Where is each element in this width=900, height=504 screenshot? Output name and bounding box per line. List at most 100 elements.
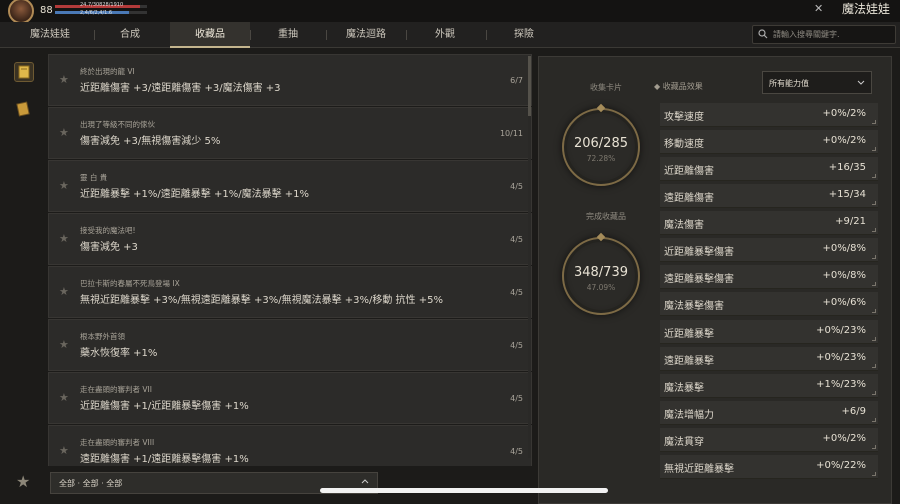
stat-label: 魔法暴擊傷害	[664, 301, 724, 312]
collection-name: 走在盡頭的審判者 VIII	[80, 438, 155, 447]
list-item[interactable]: ★ 出現了等級不同的傢伙 傷害減免 +3/無視傷害減少 5% 10/11	[48, 107, 532, 159]
list-item[interactable]: ★ 走在盡頭的審判者 VII 近距離傷害 +1/近距離暴擊傷害 +1% 4/5	[48, 372, 532, 424]
favorite-star-icon[interactable]: ★	[59, 73, 69, 86]
stat-label: 魔法貫穿	[664, 437, 704, 448]
list-item[interactable]: ★ 靈 白 貴 近距離暴擊 +1%/遠距離暴擊 +1%/魔法暴擊 +1% 4/5	[48, 160, 532, 212]
cards-progress-percent: 72.28%	[586, 154, 616, 163]
tab-appearance[interactable]: 外觀	[405, 22, 485, 48]
collection-effect: 近距離傷害 +3/遠距離傷害 +3/魔法傷害 +3	[80, 83, 281, 94]
stat-label: 近距離暴擊傷害	[664, 247, 734, 258]
stat-label: 遠距離暴擊	[664, 356, 714, 367]
corner-mark	[872, 201, 876, 205]
stat-label: 攻擊速度	[664, 112, 704, 123]
tab-magic-doll[interactable]: 魔法娃娃	[10, 22, 90, 48]
card-book-icon[interactable]	[14, 100, 34, 120]
list-item[interactable]: ★ 巴拉卡斯的春屬不死鳥登場 IX 無視近距離暴擊 +3%/無視遠距離暴擊 +3…	[48, 266, 532, 318]
list-item[interactable]: ★ 走在盡頭的審判者 VIII 遠距離傷害 +1/遠距離暴擊傷害 +1% 4/5	[48, 425, 532, 466]
corner-mark	[872, 255, 876, 259]
list-item[interactable]: ★ 接受我的魔法吧! 傷害減免 +3 4/5	[48, 213, 532, 265]
search-icon	[758, 29, 768, 39]
collection-name: 走在盡頭的審判者 VII	[80, 385, 152, 394]
tab-adventure[interactable]: 探險	[484, 22, 564, 48]
search-box[interactable]	[752, 25, 896, 44]
stat-row: 攻擊速度 +0%/2%	[660, 103, 878, 127]
collection-name: 終於出現的龍 VI	[80, 67, 135, 76]
corner-mark	[872, 472, 876, 476]
list-scrollbar-thumb[interactable]	[528, 56, 531, 116]
collection-effect: 傷害減免 +3	[80, 242, 138, 253]
collection-list: ★ 終於出現的龍 VI 近距離傷害 +3/遠距離傷害 +3/魔法傷害 +3 6/…	[48, 54, 532, 466]
list-item[interactable]: ★ 根本野外首領 藥水恢復率 +1% 4/5	[48, 319, 532, 371]
close-icon[interactable]: ✕	[814, 2, 823, 15]
favorite-star-icon[interactable]: ★	[59, 444, 69, 457]
stat-value: +0%/23%	[816, 352, 866, 363]
stat-row: 遠距離暴擊傷害 +0%/8%	[660, 265, 878, 289]
collection-count: 4/5	[510, 235, 523, 244]
favorite-star-icon[interactable]: ★	[59, 179, 69, 192]
stat-value: +0%/2%	[822, 433, 866, 444]
stat-row: 無視近距離暴擊 +0%/22%	[660, 455, 878, 479]
collection-count: 4/5	[510, 341, 523, 350]
stat-label: 近距離暴擊	[664, 329, 714, 340]
collection-count: 4/5	[510, 447, 523, 456]
collection-name: 靈 白 貴	[80, 173, 108, 182]
effects-header-label: 收藏品效果	[662, 82, 703, 91]
tab-bar: 魔法娃娃 合成 收藏品 重抽 魔法迴路 外觀 探險	[0, 22, 900, 48]
items-progress-ring: 348/739 47.09%	[562, 232, 640, 315]
filter-label: 全部 · 全部 · 全部	[59, 479, 123, 488]
list-scrollbar[interactable]	[528, 56, 531, 458]
tab-redraw[interactable]: 重抽	[248, 22, 328, 48]
stat-value: +1%/23%	[816, 379, 866, 390]
favorites-star-icon[interactable]: ★	[16, 472, 30, 491]
stat-row: 魔法貫穿 +0%/2%	[660, 428, 878, 452]
collection-effect: 藥水恢復率 +1%	[80, 348, 158, 359]
stat-value: +6/9	[841, 406, 866, 417]
stat-row: 移動速度 +0%/2%	[660, 130, 878, 154]
mp-text: 2,4/6/2,4/1.6	[80, 10, 113, 16]
corner-mark	[872, 445, 876, 449]
collection-effect: 近距離暴擊 +1%/遠距離暴擊 +1%/魔法暴擊 +1%	[80, 189, 310, 200]
stat-value: +15/34	[828, 189, 866, 200]
favorite-star-icon[interactable]: ★	[59, 126, 69, 139]
tab-magic-circuit[interactable]: 魔法迴路	[326, 22, 406, 48]
collection-name: 接受我的魔法吧!	[80, 226, 136, 235]
cards-progress-ring: 206/285 72.28%	[562, 103, 640, 186]
tab-collection[interactable]: 收藏品	[170, 22, 250, 48]
stat-row: 遠距離傷害 +15/34	[660, 184, 878, 208]
stat-value: +0%/6%	[822, 297, 866, 308]
favorite-star-icon[interactable]: ★	[59, 391, 69, 404]
corner-mark	[872, 282, 876, 286]
list-item[interactable]: ★ 終於出現的龍 VI 近距離傷害 +3/遠距離傷害 +3/魔法傷害 +3 6/…	[48, 54, 532, 106]
favorite-star-icon[interactable]: ★	[59, 338, 69, 351]
corner-mark	[872, 147, 876, 151]
stat-label: 魔法傷害	[664, 220, 704, 231]
hp-text: 24.7/30828/1910	[80, 2, 124, 8]
collection-count: 4/5	[510, 288, 523, 297]
stat-row: 魔法增幅力 +6/9	[660, 401, 878, 425]
stat-row: 魔法傷害 +9/21	[660, 211, 878, 235]
stat-filter-value: 所有能力值	[769, 79, 809, 88]
cards-progress-value: 206/285	[573, 136, 628, 151]
book-gold-icon	[18, 65, 30, 79]
collection-count: 4/5	[510, 394, 523, 403]
chevron-up-icon	[361, 479, 369, 484]
corner-mark	[872, 418, 876, 422]
collection-book-icon[interactable]	[14, 62, 34, 82]
home-indicator[interactable]	[320, 488, 608, 493]
stat-filter-dropdown[interactable]: 所有能力值	[762, 71, 872, 94]
search-input[interactable]	[773, 28, 891, 41]
stat-value: +9/21	[835, 216, 866, 227]
stat-value: +0%/2%	[822, 108, 866, 119]
stat-value: +0%/8%	[822, 243, 866, 254]
stat-value: +0%/23%	[816, 325, 866, 336]
stat-row: 近距離暴擊 +0%/23%	[660, 320, 878, 344]
favorite-star-icon[interactable]: ★	[59, 232, 69, 245]
corner-mark	[872, 337, 876, 341]
corner-mark	[872, 120, 876, 124]
collection-name: 巴拉卡斯的春屬不死鳥登場 IX	[80, 279, 180, 288]
stat-label: 遠距離傷害	[664, 193, 714, 204]
items-progress-value: 348/739	[573, 265, 628, 280]
favorite-star-icon[interactable]: ★	[59, 285, 69, 298]
page-title: 魔法娃娃	[841, 2, 890, 16]
tab-synthesis[interactable]: 合成	[90, 22, 170, 48]
